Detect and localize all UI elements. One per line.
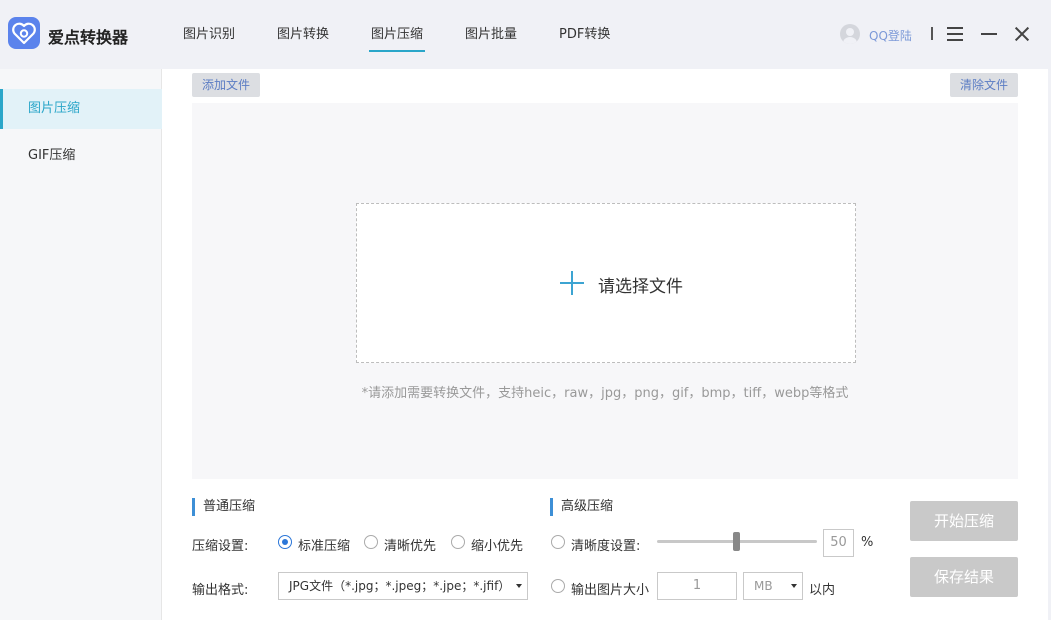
size-unit-select[interactable]: MB <box>743 572 803 600</box>
title-bar: 爱点转换器 图片识别 图片转换 图片压缩 图片批量 PDF转换 QQ登陆 <box>0 0 1051 69</box>
tab-image-batch[interactable]: 图片批量 <box>465 23 517 42</box>
sidebar: 图片压缩 GIF压缩 <box>0 69 162 620</box>
radio-output-size[interactable] <box>551 579 565 593</box>
size-suffix-label: 以内 <box>809 583 836 598</box>
radio-standard-compress[interactable] <box>278 535 292 549</box>
clarity-first-label[interactable]: 清晰优先 <box>384 535 436 554</box>
minimize-icon[interactable] <box>981 33 997 35</box>
tab-image-compress[interactable]: 图片压缩 <box>368 23 426 52</box>
tab-pdf-convert[interactable]: PDF转换 <box>559 23 610 42</box>
radio-clarity-first[interactable] <box>364 535 378 549</box>
plus-icon[interactable] <box>560 271 584 295</box>
app-logo-icon <box>8 17 40 49</box>
chevron-down-icon <box>791 584 797 588</box>
save-result-button[interactable]: 保存结果 <box>910 557 1018 597</box>
add-file-button[interactable]: 添加文件 <box>192 73 261 97</box>
qq-login-link[interactable]: QQ登陆 <box>869 27 912 44</box>
divider <box>931 27 933 40</box>
sidebar-item-gif-compress[interactable]: GIF压缩 <box>0 136 162 176</box>
choose-file-label[interactable]: 请选择文件 <box>598 272 683 297</box>
clarity-unit-label: % <box>861 535 874 550</box>
close-icon[interactable] <box>1014 26 1030 42</box>
app-title: 爱点转换器 <box>48 28 129 47</box>
sidebar-item-image-compress[interactable]: 图片压缩 <box>0 89 162 129</box>
chevron-down-icon <box>516 584 522 588</box>
menu-icon[interactable] <box>947 27 963 41</box>
compress-setting-label: 压缩设置: <box>192 539 249 554</box>
avatar-icon[interactable] <box>840 24 860 44</box>
tab-image-recognition[interactable]: 图片识别 <box>183 23 235 42</box>
radio-clarity-setting[interactable] <box>551 535 565 549</box>
tab-image-convert[interactable]: 图片转换 <box>277 23 329 42</box>
clear-file-button[interactable]: 清除文件 <box>950 73 1019 97</box>
size-unit-value: MB <box>754 579 773 593</box>
clarity-value-input[interactable]: 50 <box>823 529 854 557</box>
clarity-setting-label[interactable]: 清晰度设置: <box>571 535 640 554</box>
clarity-slider-handle[interactable] <box>733 532 740 551</box>
output-format-select[interactable]: JPG文件（*.jpg；*.jpeg；*.jpe；*.jfif） <box>278 572 528 600</box>
output-size-input[interactable]: 1 <box>657 572 737 600</box>
standard-compress-label[interactable]: 标准压缩 <box>298 535 350 554</box>
smaller-first-label[interactable]: 缩小优先 <box>471 535 523 554</box>
advanced-compress-title: 高级压缩 <box>550 498 613 516</box>
output-format-label: 输出格式: <box>192 583 249 598</box>
radio-smaller-first[interactable] <box>451 535 465 549</box>
supported-formats-hint: *请添加需要转换文件，支持heic，raw，jpg，png，gif，bmp，ti… <box>361 386 849 401</box>
start-compress-button[interactable]: 开始压缩 <box>910 501 1018 541</box>
output-size-label[interactable]: 输出图片大小 <box>571 579 649 598</box>
output-format-value: JPG文件（*.jpg；*.jpeg；*.jpe；*.jfif） <box>289 579 511 593</box>
normal-compress-title: 普通压缩 <box>192 498 255 516</box>
